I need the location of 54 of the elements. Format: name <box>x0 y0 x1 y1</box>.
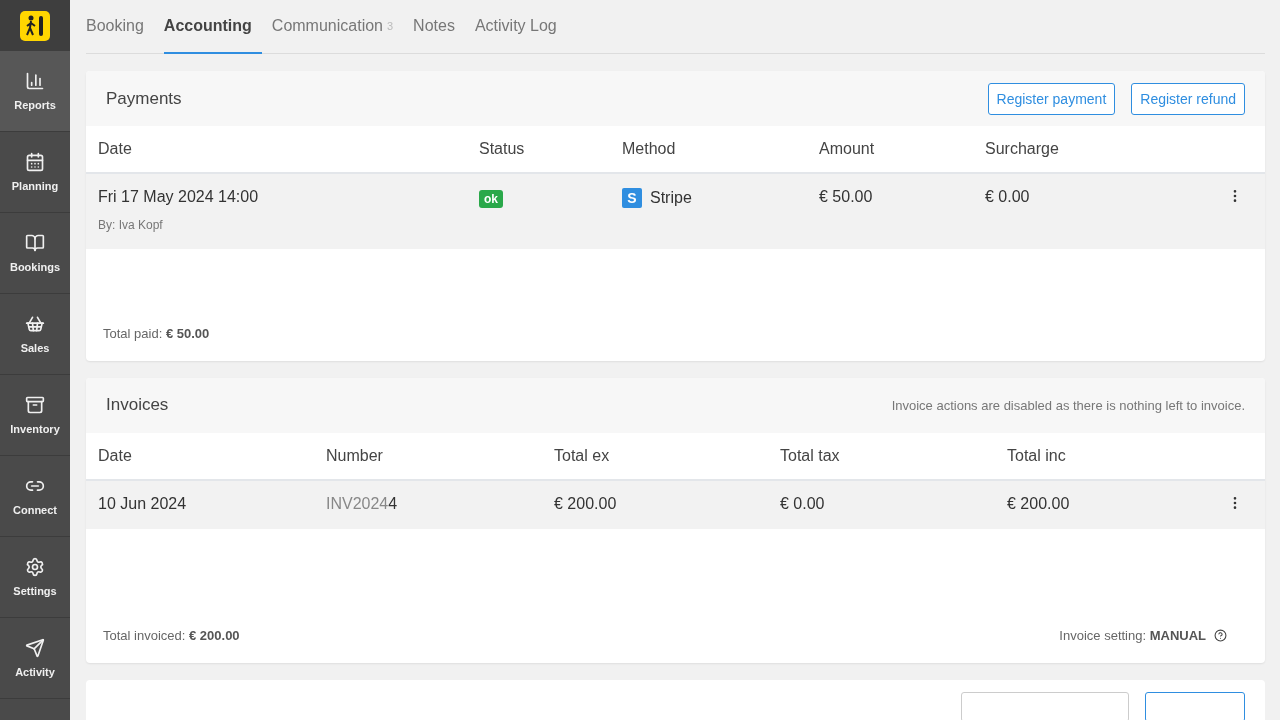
button[interactable] <box>1145 692 1245 720</box>
created-by: By: Iva Kopf <box>98 218 164 232</box>
calendar-icon <box>25 152 45 172</box>
status-badge: ok <box>479 190 503 208</box>
sidebar-label: Planning <box>11 180 59 192</box>
invoice-notice: Invoice actions are disabled as there is nothing left to invoice. <box>891 397 1245 413</box>
basket-icon <box>25 314 45 334</box>
help-icon[interactable] <box>1214 629 1227 642</box>
logo-icon[interactable] <box>20 10 50 41</box>
settings-icon <box>25 557 45 577</box>
table-cell: Stripe <box>650 189 692 207</box>
archive-box-icon <box>25 395 45 415</box>
column-header: Date <box>98 446 133 465</box>
card-title: Payments <box>106 88 182 109</box>
invoice-number: INV20244 <box>326 494 399 513</box>
total-invoiced: Total invoiced: € 200.00 <box>103 628 240 643</box>
invoice-setting: Invoice setting: MANUAL <box>1059 628 1206 643</box>
column-header: Total inc <box>1007 446 1067 465</box>
paper-plane-icon <box>25 638 45 658</box>
bar-chart-icon <box>25 71 45 91</box>
table-cell-text: € 0.00 <box>780 494 826 513</box>
sidebar-label: Activity <box>15 666 55 678</box>
column-header: Total tax <box>780 446 841 465</box>
column-header: Amount <box>819 140 876 158</box>
sidebar-label: Sales <box>20 342 50 354</box>
table-cell-text: € 200.00 <box>554 494 618 513</box>
tab-label: Communication <box>271 17 383 35</box>
column-header: Date <box>98 140 133 158</box>
table-cell-text: 10 Jun 2024 <box>98 494 188 513</box>
sidebar-label: Bookings <box>9 261 61 273</box>
tab[interactable]: Notes <box>413 0 465 54</box>
column-header: Total ex <box>554 446 611 465</box>
sidebar-label: Reports <box>14 99 56 111</box>
table-cell-text: € 200.00 <box>1007 494 1071 513</box>
column-header: Number <box>326 446 384 465</box>
register-button[interactable]: Register payment <box>987 82 1116 115</box>
table-cell-text: € 0.00 <box>985 188 1031 206</box>
total-paid: Total paid: € 50.00 <box>103 325 210 341</box>
payment-method-icon: S <box>622 188 642 208</box>
card-title: Invoices <box>106 395 169 416</box>
register-button[interactable]: Register refund <box>1131 82 1245 115</box>
book-icon <box>25 233 45 253</box>
table-cell-text: € 50.00 <box>819 188 874 206</box>
column-header: Status <box>479 140 526 158</box>
tab[interactable]: Booking <box>86 0 154 54</box>
sidebar-item[interactable]: Reports <box>0 51 70 132</box>
table-cell-text: Fri 17 May 2024 14:00 <box>98 188 260 206</box>
tab[interactable]: Accounting <box>163 0 262 54</box>
column-header: Surcharge <box>985 140 1060 158</box>
sidebar-label: Connect <box>13 504 57 516</box>
tab[interactable]: Activity Log <box>474 0 567 54</box>
column-header: Method <box>622 140 677 158</box>
sidebar-label: Inventory <box>10 423 60 435</box>
sidebar-label: Settings <box>13 585 57 597</box>
